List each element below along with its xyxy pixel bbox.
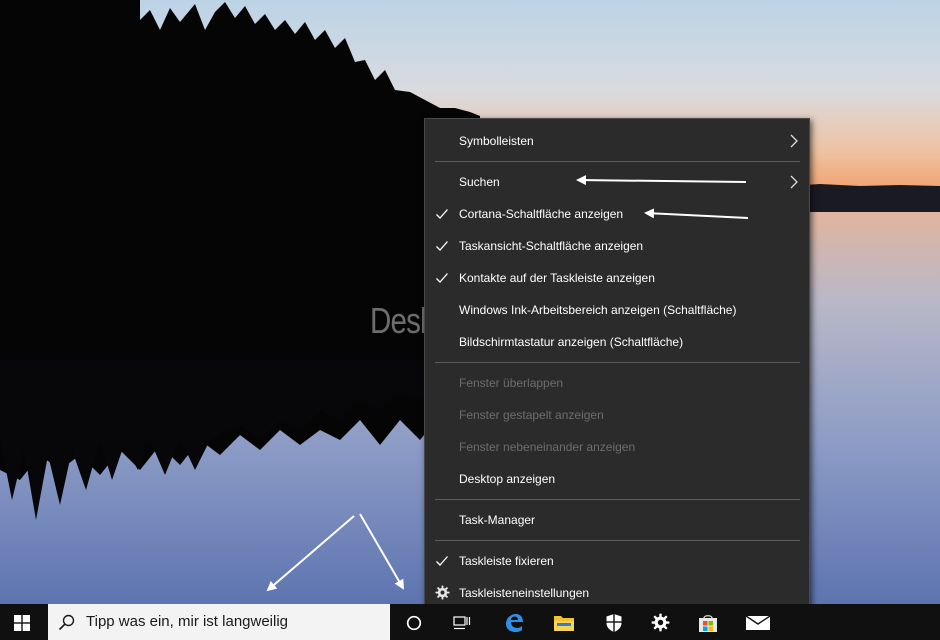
store-button[interactable] xyxy=(690,604,726,640)
chevron-right-icon xyxy=(790,134,798,148)
menu-item-symbolleisten[interactable]: Symbolleisten xyxy=(425,127,809,155)
gear-icon xyxy=(435,585,450,600)
checkmark-icon xyxy=(436,209,448,219)
menu-item-label: Cortana-Schaltfläche anzeigen xyxy=(459,207,624,221)
menu-item-taskleiste-fixieren[interactable]: Taskleiste fixieren xyxy=(425,547,809,575)
menu-item-label: Bildschirmtastatur anzeigen (Schaltfläch… xyxy=(459,335,684,349)
menu-item-taskansicht[interactable]: Taskansicht-Schaltfläche anzeigen xyxy=(425,232,809,260)
menu-item-label: Fenster überlappen xyxy=(459,376,564,390)
menu-item-label: Taskleiste fixieren xyxy=(459,554,554,568)
mail-icon xyxy=(745,615,771,630)
chevron-right-icon xyxy=(790,175,798,189)
menu-item-desktop-anzeigen[interactable]: Desktop anzeigen xyxy=(425,465,809,493)
menu-separator xyxy=(435,540,800,541)
menu-item-suchen[interactable]: Suchen xyxy=(425,168,809,196)
menu-separator xyxy=(435,161,800,162)
task-view-icon xyxy=(453,616,471,630)
menu-item-fenster-gestapelt: Fenster gestapelt anzeigen xyxy=(425,401,809,429)
cortana-icon xyxy=(406,615,422,631)
settings-button[interactable] xyxy=(642,604,678,640)
menu-item-label: Suchen xyxy=(459,175,500,189)
windows-start-icon xyxy=(14,615,30,631)
checkmark-icon xyxy=(436,273,448,283)
menu-item-fenster-ueberlappen: Fenster überlappen xyxy=(425,369,809,397)
menu-separator xyxy=(435,499,800,500)
menu-item-bildschirmtastatur[interactable]: Bildschirmtastatur anzeigen (Schaltfläch… xyxy=(425,328,809,356)
menu-item-fenster-nebeneinander: Fenster nebeneinander anzeigen xyxy=(425,433,809,461)
menu-item-cortana[interactable]: Cortana-Schaltfläche anzeigen xyxy=(425,200,809,228)
menu-item-label: Taskleisteneinstellungen xyxy=(459,586,590,600)
menu-item-label: Windows Ink-Arbeitsbereich anzeigen (Sch… xyxy=(459,303,737,317)
menu-item-label: Kontakte auf der Taskleiste anzeigen xyxy=(459,271,655,285)
menu-item-label: Taskansicht-Schaltfläche anzeigen xyxy=(459,239,644,253)
security-shield-icon xyxy=(606,614,622,632)
menu-item-windows-ink[interactable]: Windows Ink-Arbeitsbereich anzeigen (Sch… xyxy=(425,296,809,324)
task-view-button[interactable] xyxy=(444,604,480,640)
menu-item-label: Desktop anzeigen xyxy=(459,472,556,486)
checkmark-icon xyxy=(436,556,448,566)
mail-button[interactable] xyxy=(740,604,776,640)
menu-item-label: Fenster nebeneinander anzeigen xyxy=(459,440,636,454)
settings-gear-icon xyxy=(651,613,670,632)
taskbar-context-menu: Symbolleisten Suchen Cortana-Schaltfläch… xyxy=(424,118,810,616)
edge-icon xyxy=(506,614,523,632)
start-button[interactable] xyxy=(0,604,46,640)
file-explorer-icon xyxy=(554,616,574,631)
menu-item-taskleisteneinstellungen[interactable]: Taskleisteneinstellungen xyxy=(425,579,809,607)
store-icon xyxy=(699,615,717,632)
search-placeholder: Tipp was ein, mir ist langweilig xyxy=(86,613,289,630)
menu-item-label: Symbolleisten xyxy=(459,134,534,148)
menu-item-label: Fenster gestapelt anzeigen xyxy=(459,408,604,422)
taskbar: Tipp was ein, mir ist langweilig xyxy=(0,604,940,640)
menu-item-task-manager[interactable]: Task-Manager xyxy=(425,506,809,534)
file-explorer-button[interactable] xyxy=(546,604,582,640)
checkmark-icon xyxy=(436,241,448,251)
menu-separator xyxy=(435,362,800,363)
cortana-button[interactable] xyxy=(396,604,432,640)
search-icon xyxy=(58,614,75,631)
edge-button[interactable] xyxy=(496,604,532,640)
menu-item-kontakte[interactable]: Kontakte auf der Taskleiste anzeigen xyxy=(425,264,809,292)
menu-item-label: Task-Manager xyxy=(459,513,536,527)
taskbar-search-box[interactable]: Tipp was ein, mir ist langweilig xyxy=(48,604,390,640)
security-button[interactable] xyxy=(596,604,632,640)
